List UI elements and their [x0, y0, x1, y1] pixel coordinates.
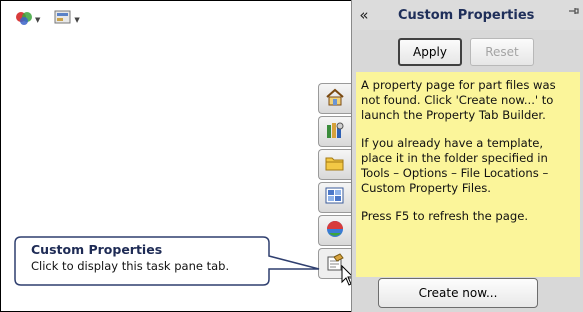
- create-now-button[interactable]: Create now...: [378, 278, 538, 308]
- file-explorer-icon: [325, 154, 345, 176]
- home-icon: [325, 88, 345, 110]
- info-message: A property page for part files was not f…: [356, 72, 580, 277]
- tooltip-body: Click to display this task pane tab.: [31, 259, 230, 273]
- reset-button[interactable]: Reset: [470, 38, 534, 66]
- view-palette-icon: [325, 187, 345, 209]
- chevron-down-icon: ▼: [35, 16, 41, 24]
- task-pane-header: « Custom Properties: [352, 0, 583, 30]
- tab-appearances-scenes[interactable]: [318, 215, 351, 246]
- tooltip: Custom Properties Click to display this …: [31, 242, 229, 273]
- tab-home[interactable]: [318, 83, 351, 114]
- message-paragraph: Press F5 to refresh the page.: [361, 209, 529, 223]
- display-settings-icon: [54, 10, 72, 30]
- apply-button[interactable]: Apply: [398, 38, 462, 66]
- message-paragraph: A property page for part files was not f…: [361, 78, 556, 122]
- display-settings-button[interactable]: ▼: [52, 9, 89, 31]
- chevron-down-icon: ▼: [74, 16, 80, 24]
- tab-design-library[interactable]: [318, 116, 351, 147]
- task-pane-tab-strip: [318, 83, 352, 281]
- message-paragraph: If you already have a template, place it…: [361, 136, 549, 195]
- toolbar: ▼ ▼: [13, 9, 90, 31]
- pane-button-row: Apply Reset: [398, 38, 534, 66]
- task-pane: « Custom Properties Apply Reset A proper…: [351, 0, 583, 312]
- tab-file-explorer[interactable]: [318, 149, 351, 180]
- pin-icon[interactable]: [568, 6, 580, 24]
- design-library-icon: [325, 121, 345, 143]
- appearance-button[interactable]: ▼: [13, 9, 50, 31]
- appearance-icon: [15, 10, 33, 30]
- tooltip-title: Custom Properties: [31, 242, 163, 257]
- tab-view-palette[interactable]: [318, 182, 351, 213]
- collapse-icon[interactable]: «: [352, 6, 376, 24]
- pane-title: Custom Properties: [398, 7, 535, 23]
- appearances-scenes-icon: [325, 220, 345, 242]
